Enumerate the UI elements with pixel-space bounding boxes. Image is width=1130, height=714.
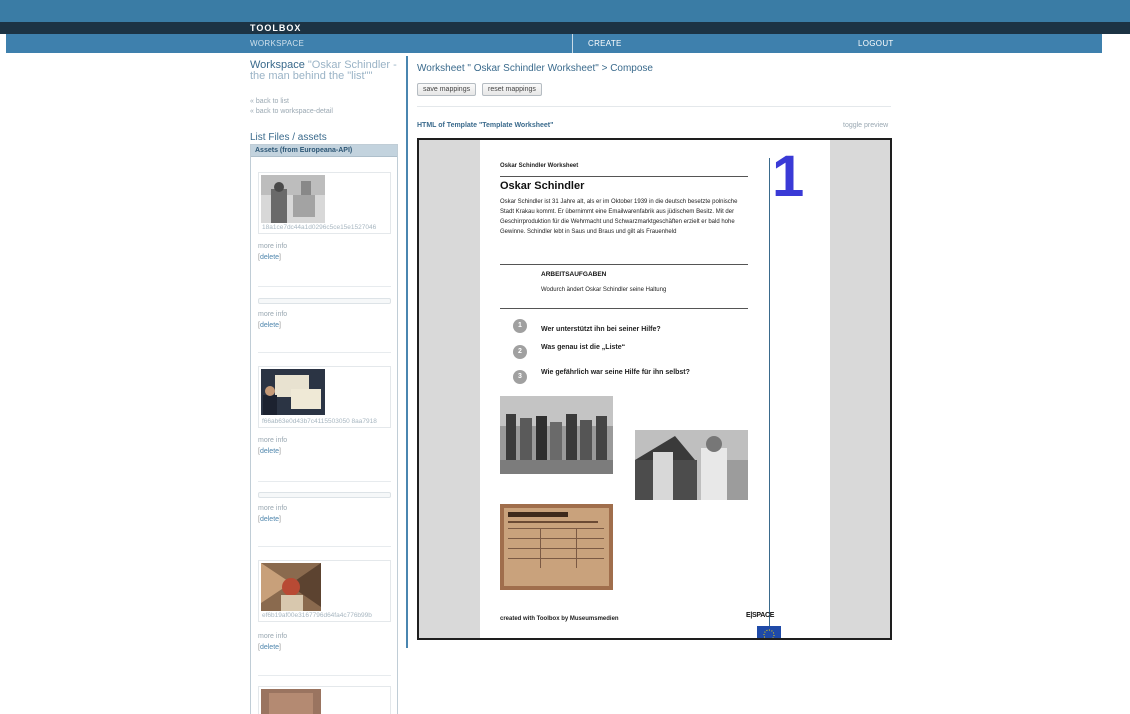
template-heading: HTML of Template "Template Worksheet" [417, 122, 554, 129]
reset-mappings-button[interactable]: reset mappings [482, 83, 542, 96]
nav-workspace[interactable]: WORKSPACE [250, 34, 304, 53]
asset-hash: 18a1ce7dc44a1d0296c5ce15e1527046 [262, 224, 377, 231]
nav-create[interactable]: CREATE [588, 34, 622, 53]
asset-delete-link[interactable]: [delete] [258, 322, 281, 329]
asset-thumbnail-photo [261, 563, 321, 611]
worksheet-title[interactable]: Oskar Schindler [500, 180, 584, 192]
asset-divider [258, 352, 391, 353]
worksheet-page: 1 Oskar Schindler Worksheet Oskar Schind… [480, 140, 830, 638]
top-banner [0, 0, 1130, 22]
title-rule [500, 176, 748, 177]
asset-more-info-link[interactable]: more info [258, 633, 287, 640]
asset-empty-preview[interactable] [258, 492, 391, 498]
question-number-badge: 3 [513, 370, 527, 384]
asset-delete-link[interactable]: [delete] [258, 448, 281, 455]
files-section-title: List Files / assets [250, 132, 327, 143]
eu-flag-icon [757, 626, 781, 638]
task-subheading[interactable]: Wodurch ändert Oskar Schindler seine Hal… [541, 287, 666, 293]
asset-divider [258, 675, 391, 676]
worksheet-small-title: Oskar Schindler Worksheet [500, 163, 579, 169]
question-text[interactable]: Was genau ist die „Liste“ [541, 344, 625, 351]
page-margin-line [769, 158, 770, 626]
asset-hash: f66ab63e0d43b7c4115503050 8aa7918 [262, 418, 377, 425]
assets-panel-header: Assets (from Europeana-API) [251, 145, 397, 157]
asset-thumbnail-card[interactable]: f66ab63e0d43b7c4115503050 8aa7918 [258, 366, 391, 428]
asset-thumbnail-photo [261, 369, 325, 415]
asset-delete-link[interactable]: [delete] [258, 254, 281, 261]
back-to-workspace-detail-link[interactable]: « back to workspace-detail [250, 107, 398, 117]
portrait-photo[interactable] [635, 430, 748, 500]
save-mappings-button[interactable]: save mappings [417, 83, 477, 96]
question-text[interactable]: Wie gefährlich war seine Hilfe für ihn s… [541, 369, 690, 376]
assets-panel[interactable]: Assets (from Europeana-API) 18a1ce7dc44a… [250, 144, 398, 714]
asset-delete-label[interactable]: delete [260, 254, 279, 261]
task-rule-top [500, 264, 748, 265]
asset-thumbnail-card[interactable]: ef6b19af00e3167796d64fa4c776b99b [258, 560, 391, 622]
toggle-preview-link[interactable]: toggle preview [843, 122, 888, 129]
asset-delete-link[interactable]: [delete] [258, 516, 281, 523]
asset-delete-link[interactable]: [delete] [258, 644, 281, 651]
worksheet-number: 1 [772, 144, 805, 209]
column-divider [406, 56, 408, 648]
asset-thumbnail-card[interactable]: 18a1ce7dc44a1d0296c5ce15e1527046 [258, 172, 391, 234]
espace-logo: E|SPACE [746, 612, 775, 619]
question-number-badge: 1 [513, 319, 527, 333]
asset-delete-label[interactable]: delete [260, 644, 279, 651]
worksheet-footer: created with Toolbox by Museumsmedien [500, 616, 619, 622]
nav-logout[interactable]: LOGOUT [858, 34, 894, 53]
worksheet-preview[interactable]: 1 Oskar Schindler Worksheet Oskar Schind… [417, 138, 892, 640]
question-number-badge: 2 [513, 345, 527, 359]
group-photo[interactable] [500, 396, 613, 474]
main-nav: WORKSPACE CREATE LOGOUT [6, 34, 1102, 53]
brand-bar [0, 22, 1130, 34]
section-divider [417, 106, 891, 107]
asset-more-info-link[interactable]: more info [258, 437, 287, 444]
nav-divider [572, 34, 573, 53]
worksheet-body-text[interactable]: Oskar Schindler ist 31 Jahre alt, als er… [500, 197, 748, 237]
question-text[interactable]: Wer unterstützt ihn bei seiner Hilfe? [541, 326, 661, 333]
asset-thumbnail-photo [261, 175, 325, 223]
asset-hash: ef6b19af00e3167796d64fa4c776b99b [262, 612, 372, 619]
asset-delete-label[interactable]: delete [260, 448, 279, 455]
document-photo[interactable] [500, 504, 613, 590]
asset-thumbnail-photo [261, 689, 321, 714]
workspace-title: Workspace "Oskar Schindler - the man beh… [250, 60, 398, 82]
task-rule-bottom [500, 308, 748, 309]
asset-divider [258, 546, 391, 547]
asset-divider [258, 286, 391, 287]
asset-divider [258, 481, 391, 482]
app-title: TOOLBOX [250, 23, 302, 33]
asset-delete-label[interactable]: delete [260, 322, 279, 329]
compose-heading: Worksheet " Oskar Schindler Worksheet" >… [417, 63, 653, 74]
task-heading[interactable]: ARBEITSAUFGABEN [541, 271, 606, 278]
asset-empty-preview[interactable] [258, 298, 391, 304]
asset-more-info-link[interactable]: more info [258, 311, 287, 318]
workspace-sidebar: Workspace "Oskar Schindler - the man beh… [250, 60, 398, 144]
asset-delete-label[interactable]: delete [260, 516, 279, 523]
back-to-list-link[interactable]: « back to list [250, 97, 398, 107]
asset-more-info-link[interactable]: more info [258, 243, 287, 250]
asset-more-info-link[interactable]: more info [258, 505, 287, 512]
